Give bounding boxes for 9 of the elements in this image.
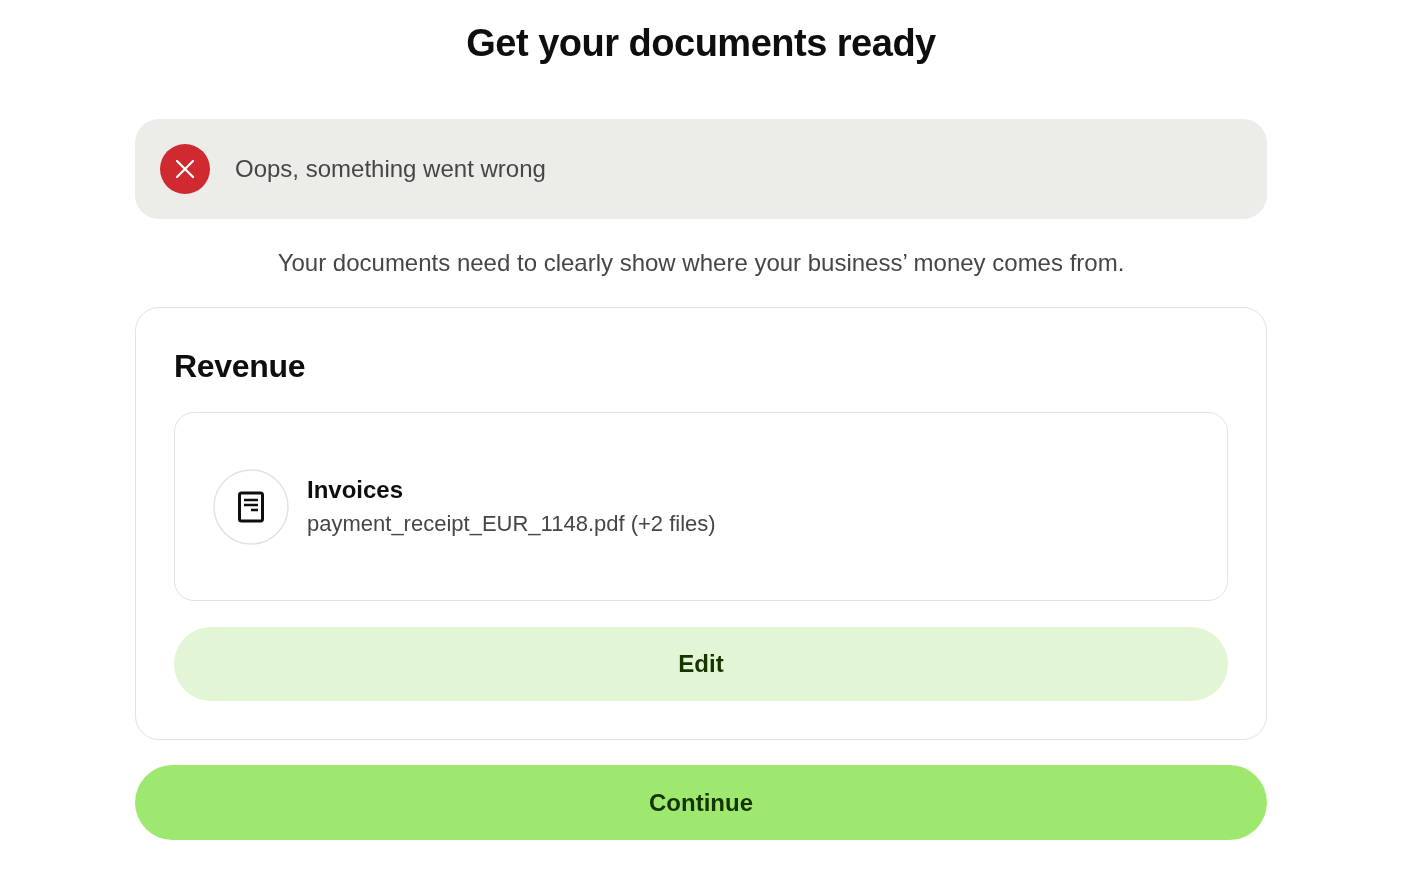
document-icon — [213, 468, 289, 545]
description-text: Your documents need to clearly show where your business’ money comes from. — [276, 248, 1126, 278]
section-title: Revenue — [174, 347, 307, 385]
alert-message: Oops, something went wrong — [235, 154, 546, 184]
page-title: Get your documents ready — [465, 21, 937, 66]
file-name: payment_receipt_EUR_1148.pdf (+2 files) — [307, 509, 716, 538]
document-name: Invoices — [307, 474, 405, 505]
edit-button[interactable]: Edit — [174, 627, 1228, 701]
continue-button[interactable]: Continue — [135, 765, 1267, 840]
